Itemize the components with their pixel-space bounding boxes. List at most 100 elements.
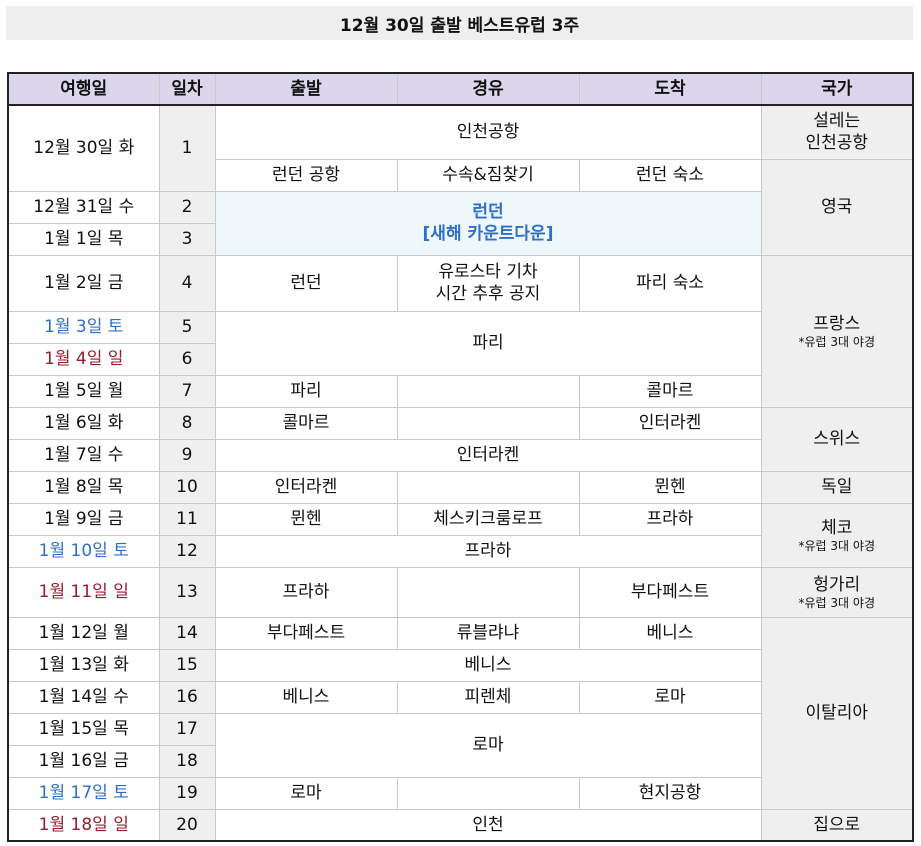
header-via: 경유	[396, 72, 580, 106]
route-cell: 인터라켄	[214, 438, 762, 472]
table-row: 1월 6일 화 8 콜마르 인터라켄 스위스	[7, 406, 914, 472]
highlight-line: [새해 카운트다운]	[422, 224, 554, 244]
day-cell: 16	[158, 680, 216, 714]
day-cell: 1	[158, 104, 216, 192]
date-cell: 1월 11일 일	[7, 566, 160, 618]
header-to: 도착	[578, 72, 762, 106]
date-cell: 1월 3일 토	[7, 310, 160, 344]
country-cell: 독일	[760, 470, 914, 504]
via-cell: 피렌체	[396, 680, 580, 714]
header-day: 일차	[158, 72, 216, 106]
day-cell: 15	[158, 648, 216, 682]
from-cell: 부다페스트	[214, 616, 398, 650]
day-cell: 18	[158, 744, 216, 778]
country-line: 인천공항	[805, 133, 869, 154]
country-line: 체코	[821, 517, 853, 538]
via-line: 유로스타 기차	[438, 262, 538, 282]
date-cell: 1월 5일 월	[7, 374, 160, 408]
country-cell: 헝가리 *유럽 3대 야경	[760, 566, 914, 618]
table-row: 1월 8일 목 10 인터라켄 뮌헨 독일	[7, 470, 914, 504]
via-cell	[396, 406, 580, 440]
header-from: 출발	[214, 72, 398, 106]
date-cell: 1월 1일 목	[7, 222, 160, 256]
date-cell: 1월 6일 화	[7, 406, 160, 440]
table-row: 1월 9일 금 11 뮌헨 체스키크룸로프 프라하 체코 *유럽 3대 야경	[7, 502, 914, 568]
via-cell	[396, 776, 580, 810]
day-cell: 17	[158, 712, 216, 746]
day-cell: 12	[158, 534, 216, 568]
to-cell: 부다페스트	[578, 566, 762, 618]
via-cell	[396, 374, 580, 408]
date-cell: 1월 10일 토	[7, 534, 160, 568]
country-cell: 체코 *유럽 3대 야경	[760, 502, 914, 568]
date-cell: 1월 17일 토	[7, 776, 160, 810]
to-cell: 파리 숙소	[578, 254, 762, 312]
date-cell: 1월 16일 금	[7, 744, 160, 778]
to-cell: 로마	[578, 680, 762, 714]
from-cell: 파리	[214, 374, 398, 408]
from-cell: 프라하	[214, 566, 398, 618]
day-cell: 19	[158, 776, 216, 810]
from-cell: 로마	[214, 776, 398, 810]
day-cell: 13	[158, 566, 216, 618]
date-cell: 1월 2일 금	[7, 254, 160, 312]
day-cell: 14	[158, 616, 216, 650]
header-date: 여행일	[7, 72, 160, 106]
via-cell: 수속&짐찾기	[396, 158, 580, 192]
day-cell: 20	[158, 808, 216, 842]
to-cell: 프라하	[578, 502, 762, 536]
from-cell: 콜마르	[214, 406, 398, 440]
date-cell: 1월 4일 일	[7, 342, 160, 376]
route-cell: 파리	[214, 310, 762, 376]
date-cell: 1월 7일 수	[7, 438, 160, 472]
table-row: 1월 2일 금 4 런던 유로스타 기차 시간 추후 공지 파리 숙소 프랑스 …	[7, 254, 914, 408]
highlight-cell: 런던 [새해 카운트다운]	[214, 190, 762, 256]
route-cell: 인천공항	[214, 104, 762, 160]
table-header-row: 여행일 일차 출발 경유 도착 국가	[7, 72, 914, 106]
to-cell: 콜마르	[578, 374, 762, 408]
via-cell: 유로스타 기차 시간 추후 공지	[396, 254, 580, 312]
route-cell: 프라하	[214, 534, 762, 568]
country-cell: 설레는 인천공항	[760, 104, 914, 160]
country-line: 설레는	[813, 111, 861, 132]
day-cell: 4	[158, 254, 216, 312]
country-note: *유럽 3대 야경	[798, 595, 875, 610]
table-row: 1월 18일 일 20 인천 집으로	[7, 808, 914, 842]
day-cell: 9	[158, 438, 216, 472]
country-cell: 프랑스 *유럽 3대 야경	[760, 254, 914, 408]
table-row: 1월 11일 일 13 프라하 부다페스트 헝가리 *유럽 3대 야경	[7, 566, 914, 618]
table-row: 12월 30일 화 1 인천공항 설레는 인천공항	[7, 104, 914, 192]
table-row: 1월 12일 월 14 부다페스트 류블랴냐 베니스 이탈리아	[7, 616, 914, 810]
route-cell: 베니스	[214, 648, 762, 682]
country-cell: 스위스	[760, 406, 914, 472]
from-cell: 뮌헨	[214, 502, 398, 536]
to-cell: 현지공항	[578, 776, 762, 810]
from-cell: 런던	[214, 254, 398, 312]
from-cell: 인터라켄	[214, 470, 398, 504]
page-title: 12월 30일 출발 베스트유럽 3주	[6, 6, 913, 40]
via-cell: 류블랴냐	[396, 616, 580, 650]
country-note: *유럽 3대 야경	[798, 538, 875, 553]
to-cell: 인터라켄	[578, 406, 762, 440]
date-cell: 1월 12일 월	[7, 616, 160, 650]
date-cell: 12월 30일 화	[7, 104, 160, 192]
via-line: 시간 추후 공지	[435, 284, 541, 304]
country-cell: 영국	[760, 158, 914, 256]
date-cell: 1월 18일 일	[7, 808, 160, 842]
date-cell: 1월 14일 수	[7, 680, 160, 714]
country-line: 헝가리	[813, 574, 861, 595]
country-cell: 집으로	[760, 808, 914, 842]
via-cell	[396, 566, 580, 618]
day-cell: 3	[158, 222, 216, 256]
route-cell: 로마	[214, 712, 762, 778]
from-cell: 베니스	[214, 680, 398, 714]
to-cell: 베니스	[578, 616, 762, 650]
day-cell: 6	[158, 342, 216, 376]
day-cell: 2	[158, 190, 216, 224]
route-cell: 인천	[214, 808, 762, 842]
via-cell: 체스키크룸로프	[396, 502, 580, 536]
date-cell: 1월 15일 목	[7, 712, 160, 746]
from-cell: 런던 공항	[214, 158, 398, 192]
country-cell: 이탈리아	[760, 616, 914, 810]
header-country: 국가	[760, 72, 914, 106]
